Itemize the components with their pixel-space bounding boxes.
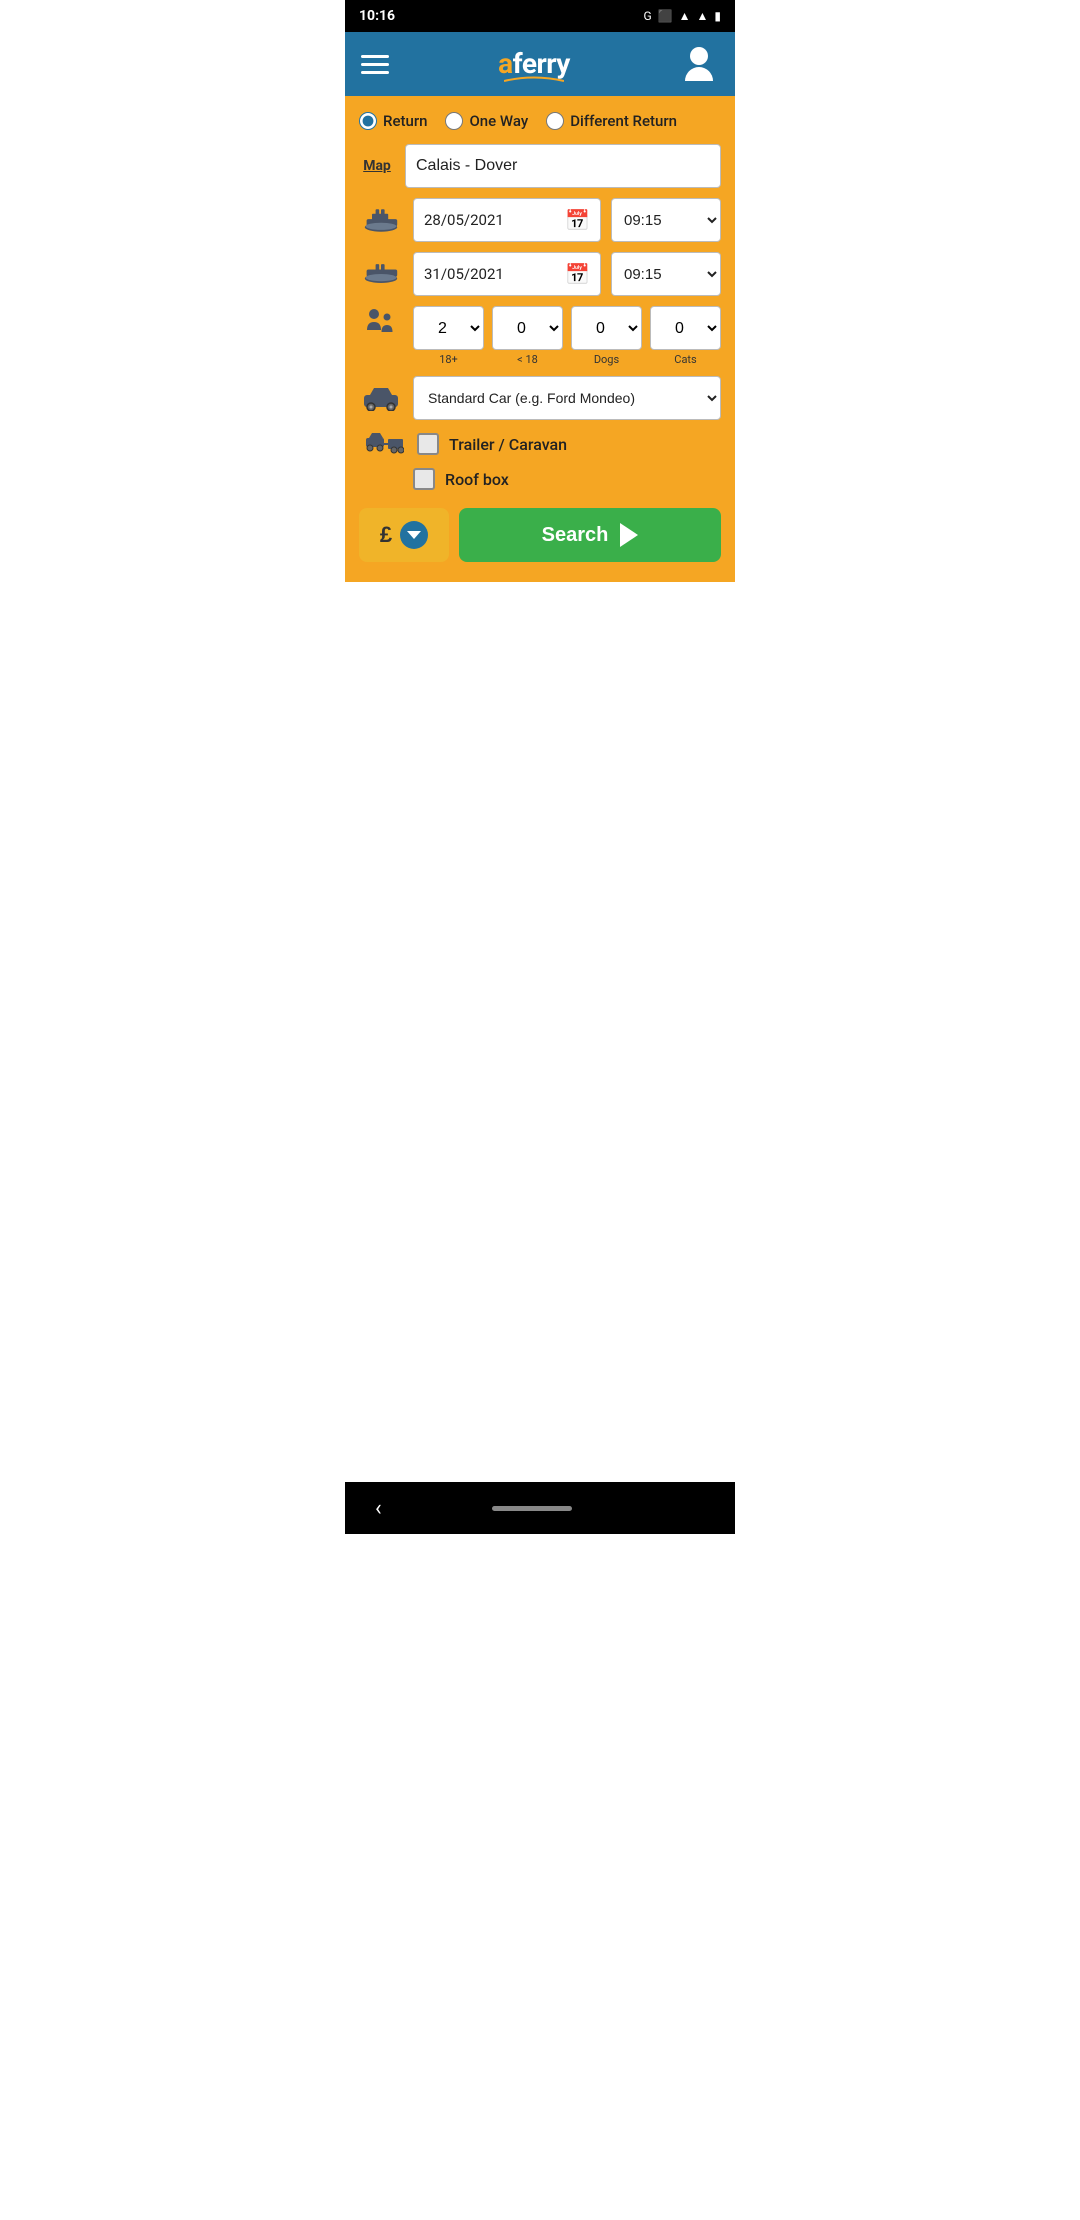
children-group: 0 1 2 3 < 18 xyxy=(492,306,563,366)
search-play-arrow xyxy=(620,523,638,547)
home-indicator[interactable] xyxy=(492,1506,572,1511)
passengers-row: 1 2 3 4 5 18+ 0 1 2 3 < 18 0 xyxy=(359,306,721,366)
vehicle-row: Standard Car (e.g. Ford Mondeo) Small Ca… xyxy=(359,376,721,420)
dogs-select[interactable]: 0 1 2 xyxy=(571,306,642,350)
currency-dropdown-arrow xyxy=(400,521,428,549)
adults-group: 1 2 3 4 5 18+ xyxy=(413,306,484,366)
currency-button[interactable]: £ xyxy=(359,508,449,562)
return-date-field[interactable]: 31/05/2021 📅 xyxy=(413,252,601,296)
roofbox-row: Roof box xyxy=(359,468,721,490)
return-ferry-icon xyxy=(359,259,403,289)
passengers-icon xyxy=(359,306,403,342)
cats-group: 0 1 2 Cats xyxy=(650,306,721,366)
dogs-group: 0 1 2 Dogs xyxy=(571,306,642,366)
oneway-label[interactable]: One Way xyxy=(469,112,528,130)
return-label[interactable]: Return xyxy=(383,112,427,130)
outbound-ferry-icon xyxy=(359,205,403,235)
return-date-text: 31/05/2021 xyxy=(424,265,504,283)
screen-cast-icon: ⬛ xyxy=(658,9,673,23)
trailer-row: Trailer / Caravan xyxy=(359,430,721,458)
action-row: £ Search xyxy=(359,508,721,562)
different-radio[interactable] xyxy=(546,112,564,130)
roofbox-label: Roof box xyxy=(445,470,509,489)
different-label[interactable]: Different Return xyxy=(570,112,677,130)
google-icon: G xyxy=(643,9,651,23)
departure-date-text: 28/05/2021 xyxy=(424,211,504,229)
return-radio[interactable] xyxy=(359,112,377,130)
departure-time-select[interactable]: 09:15 00:00 06:00 07:00 08:00 10:00 11:0… xyxy=(611,198,721,242)
content-area xyxy=(345,582,735,1482)
passengers-selects: 1 2 3 4 5 18+ 0 1 2 3 < 18 0 xyxy=(413,306,721,366)
battery-icon: ▮ xyxy=(714,9,721,23)
search-form: Return One Way Different Return Map xyxy=(345,96,735,582)
adults-select[interactable]: 1 2 3 4 5 xyxy=(413,306,484,350)
trailer-icon xyxy=(363,430,407,458)
oneway-option[interactable]: One Way xyxy=(445,112,528,130)
user-avatar xyxy=(685,47,713,81)
status-icons: G ⬛ ▲ ▲ ▮ xyxy=(643,9,721,23)
cats-select[interactable]: 0 1 2 xyxy=(650,306,721,350)
roofbox-checkbox[interactable] xyxy=(413,468,435,490)
status-time: 10:16 xyxy=(359,8,395,24)
car-icon xyxy=(359,385,403,411)
departure-calendar-icon: 📅 xyxy=(565,208,590,232)
map-link[interactable]: Map xyxy=(359,158,395,174)
menu-button[interactable] xyxy=(361,55,389,74)
user-profile-button[interactable] xyxy=(679,44,719,84)
return-row: 31/05/2021 📅 09:15 00:00 06:00 07:00 08:… xyxy=(359,252,721,296)
departure-date-field[interactable]: 28/05/2021 📅 xyxy=(413,198,601,242)
route-row: Map xyxy=(359,144,721,188)
return-calendar-icon: 📅 xyxy=(565,262,590,286)
back-button[interactable]: ‹ xyxy=(375,1496,382,1521)
trailer-svg xyxy=(366,430,404,458)
app-logo: aferry xyxy=(498,47,570,82)
cats-label: Cats xyxy=(674,353,696,366)
vehicle-select[interactable]: Standard Car (e.g. Ford Mondeo) Small Ca… xyxy=(413,376,721,420)
ferry-outbound-svg xyxy=(363,205,399,235)
oneway-radio[interactable] xyxy=(445,112,463,130)
car-svg xyxy=(362,385,400,411)
search-button[interactable]: Search xyxy=(459,508,721,562)
nav-bar: aferry xyxy=(345,32,735,96)
trailer-label: Trailer / Caravan xyxy=(449,435,567,454)
currency-symbol: £ xyxy=(380,522,392,548)
route-input[interactable] xyxy=(405,144,721,188)
bottom-nav-bar: ‹ xyxy=(345,1482,735,1534)
children-label: < 18 xyxy=(517,353,538,366)
trailer-checkbox[interactable] xyxy=(417,433,439,455)
signal-icon: ▲ xyxy=(697,9,709,23)
departure-row: 28/05/2021 📅 09:15 00:00 06:00 07:00 08:… xyxy=(359,198,721,242)
trip-type-selector: Return One Way Different Return xyxy=(359,112,721,130)
passengers-svg xyxy=(363,306,399,342)
dogs-label: Dogs xyxy=(594,353,619,366)
logo-swoosh xyxy=(504,76,564,82)
search-button-label: Search xyxy=(542,524,609,547)
return-time-select[interactable]: 09:15 00:00 06:00 07:00 08:00 10:00 11:0… xyxy=(611,252,721,296)
return-option[interactable]: Return xyxy=(359,112,427,130)
adults-label: 18+ xyxy=(439,353,458,366)
wifi-icon: ▲ xyxy=(679,9,691,23)
different-return-option[interactable]: Different Return xyxy=(546,112,677,130)
children-select[interactable]: 0 1 2 3 xyxy=(492,306,563,350)
ferry-return-svg xyxy=(363,259,399,289)
status-bar: 10:16 G ⬛ ▲ ▲ ▮ xyxy=(345,0,735,32)
